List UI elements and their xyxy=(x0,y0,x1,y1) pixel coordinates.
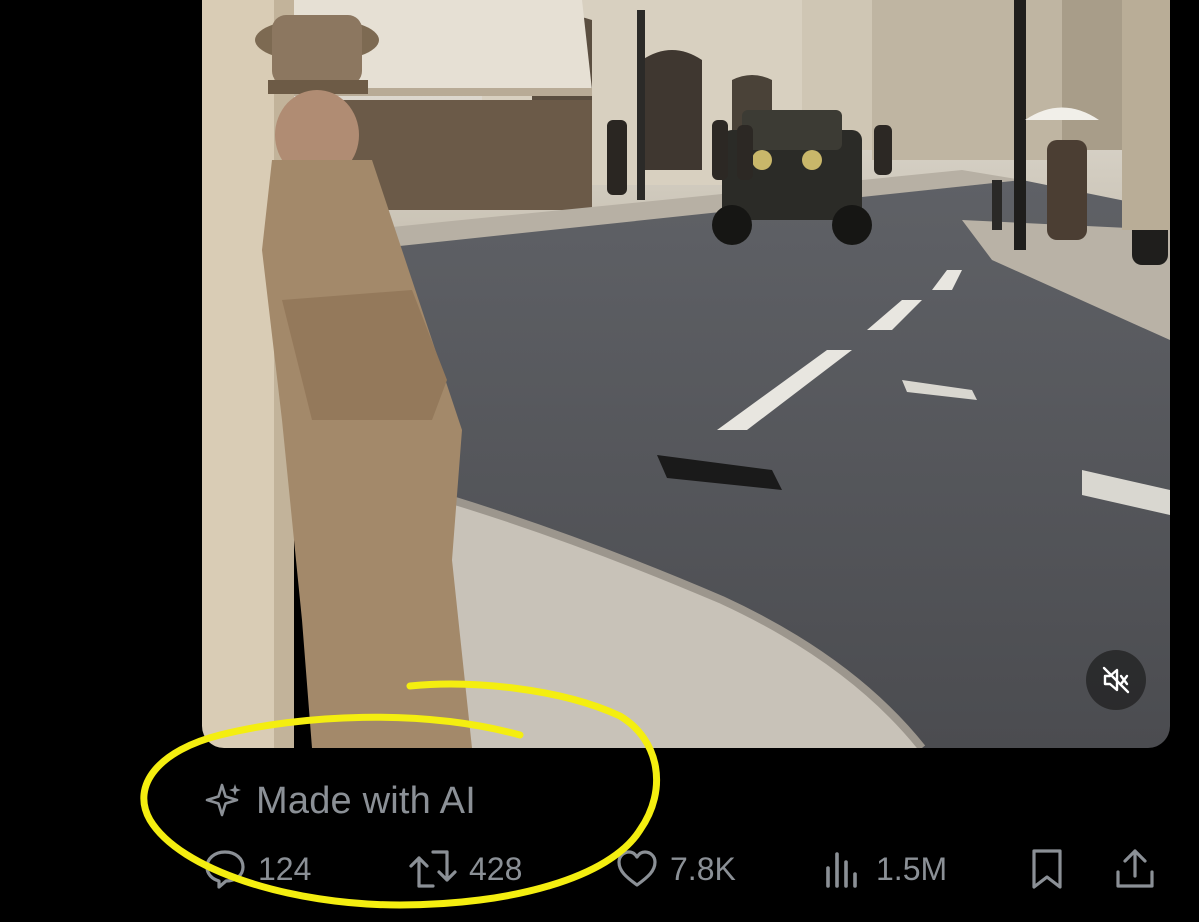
ai-disclosure-text: Made with AI xyxy=(256,779,476,822)
speaker-muted-icon xyxy=(1102,666,1130,694)
speech-bubble-icon xyxy=(205,850,245,889)
repost-arrows-icon xyxy=(409,850,457,888)
share-upload-icon xyxy=(1116,849,1154,888)
bookmark-icon xyxy=(1032,849,1062,889)
post-actions-bar: 124 428 7.8K 1.5M xyxy=(202,838,1170,900)
views-button[interactable]: 1.5M xyxy=(820,838,947,900)
heart-icon xyxy=(617,850,657,887)
reply-button[interactable]: 124 xyxy=(202,838,311,900)
bookmark-button[interactable] xyxy=(1024,838,1070,900)
like-count: 7.8K xyxy=(670,850,736,887)
video-frame[interactable] xyxy=(202,0,1170,748)
mute-toggle-button[interactable] xyxy=(1086,650,1146,710)
views-count: 1.5M xyxy=(876,850,948,887)
share-button[interactable] xyxy=(1112,838,1158,900)
reply-count: 124 xyxy=(258,850,312,887)
ai-disclosure-label: Made with AI xyxy=(202,778,476,824)
like-button[interactable]: 7.8K xyxy=(614,838,736,900)
repost-count: 428 xyxy=(469,850,523,887)
bar-chart-icon xyxy=(826,852,857,888)
repost-button[interactable]: 428 xyxy=(407,838,522,900)
post-media[interactable] xyxy=(202,0,1170,748)
sparkle-icon xyxy=(202,780,244,822)
